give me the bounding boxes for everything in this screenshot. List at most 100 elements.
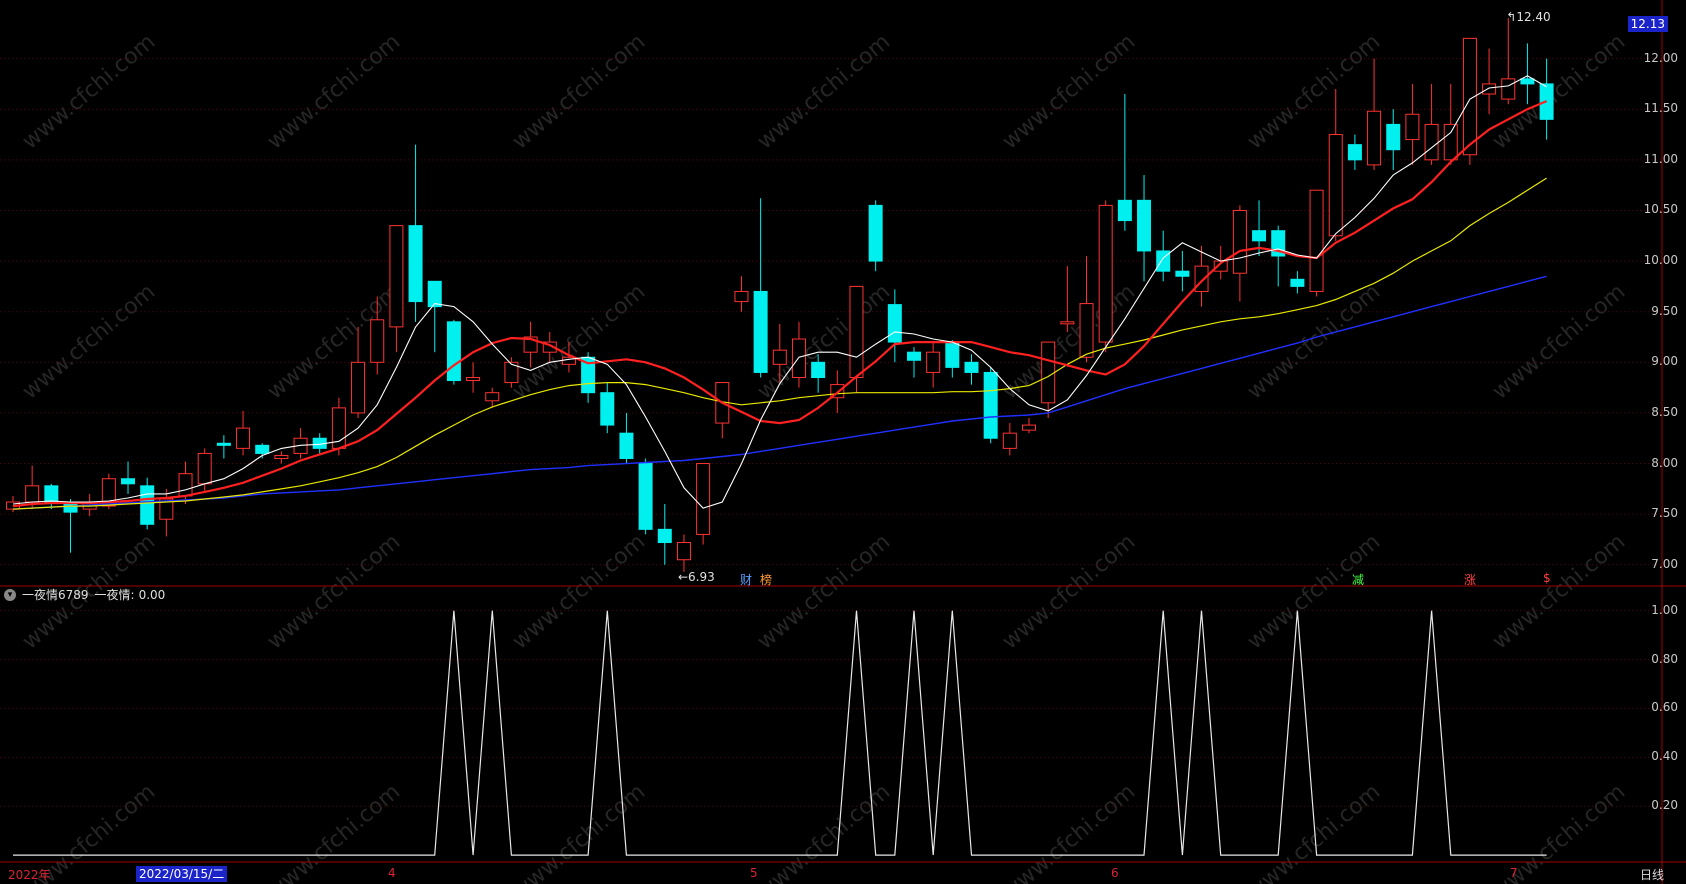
price-tick-label: 11.50 <box>1643 101 1678 116</box>
price-tick-label: 7.00 <box>1651 556 1678 571</box>
candle-body <box>1290 278 1305 287</box>
low-arrow-icon: ← <box>677 569 688 584</box>
candlestick-chart[interactable]: www.cfchi.com www.cfchi.com www.cfchi.com w… <box>0 0 1686 884</box>
x-axis-year: 2022年 <box>8 868 51 882</box>
candle-body <box>1232 209 1247 274</box>
watermark-text: www.cfchi.com <box>1243 279 1385 404</box>
candle-body <box>1347 144 1362 161</box>
candle-body <box>178 473 193 497</box>
price-tick-label: 11.00 <box>1643 151 1678 166</box>
candle-body <box>964 361 979 373</box>
candle-body <box>408 225 423 303</box>
price-tick-label: 7.50 <box>1651 506 1678 521</box>
candle-body <box>791 338 806 378</box>
candle-body <box>772 349 787 365</box>
candle-body <box>868 204 883 262</box>
watermark-text: www.cfchi.com <box>998 529 1140 654</box>
candle-body <box>1424 123 1439 161</box>
event-marker-dollar[interactable]: $ <box>1543 571 1551 585</box>
watermark-text: www.cfchi.com <box>508 529 650 654</box>
watermark-text: www.cfchi.com <box>1488 529 1630 654</box>
candle-body <box>1443 123 1458 161</box>
candle-body <box>753 290 768 373</box>
price-tick-label: 12.00 <box>1643 50 1678 65</box>
watermark-text: www.cfchi.com <box>18 29 160 154</box>
event-marker-reduce[interactable]: 减 <box>1352 571 1364 588</box>
candle-body <box>696 463 711 535</box>
watermark-text: www.cfchi.com <box>263 779 405 884</box>
price-tick-label: 8.00 <box>1651 455 1678 470</box>
candle-body <box>945 341 960 368</box>
event-marker-rise[interactable]: 涨 <box>1464 571 1476 588</box>
indicator-panel <box>13 610 1547 856</box>
low-price-label: ←6.93 <box>677 569 715 584</box>
chevron-down-icon[interactable]: ▾ <box>4 588 16 601</box>
event-marker-ranking[interactable]: 榜 <box>760 571 772 588</box>
price-tick-label: 9.00 <box>1651 354 1678 369</box>
watermark-text: www.cfchi.com <box>998 279 1140 404</box>
price-tick-label: 8.50 <box>1651 404 1678 419</box>
candle-body <box>811 361 826 378</box>
candle-body <box>619 432 634 459</box>
candle-body <box>140 485 155 525</box>
candle-body <box>600 392 615 426</box>
candle-body <box>466 376 481 382</box>
candle-body <box>44 485 59 503</box>
indicator-tick-label: 0.20 <box>1651 798 1678 813</box>
watermark-text: www.cfchi.com <box>263 529 405 654</box>
candle-body <box>1060 321 1075 325</box>
watermark-text: www.cfchi.com <box>998 779 1140 884</box>
candle-body <box>485 392 500 402</box>
candle-body <box>926 351 941 373</box>
candle-body <box>370 319 385 363</box>
candle-body <box>1137 199 1152 252</box>
candle-body <box>25 485 40 503</box>
candle-body <box>849 285 864 378</box>
candle-body <box>1022 424 1037 431</box>
candle-body <box>676 542 691 561</box>
watermark-text: www.cfchi.com <box>998 29 1140 154</box>
watermark-text: www.cfchi.com <box>508 29 650 154</box>
candle-body <box>1252 230 1267 242</box>
x-axis-month-4: 4 <box>388 866 396 880</box>
candle-body <box>1520 78 1535 85</box>
watermark-text: www.cfchi.com <box>1243 29 1385 154</box>
candle-body <box>638 463 653 530</box>
candle-body <box>1482 83 1497 95</box>
indicator-value: 0.00 <box>138 587 166 602</box>
candle-body <box>216 442 231 446</box>
watermark-text: www.cfchi.com <box>1243 779 1385 884</box>
watermark-text: www.cfchi.com <box>263 29 405 154</box>
period-selector[interactable]: 日线 <box>1640 866 1664 883</box>
candle-body <box>1386 123 1401 151</box>
watermark-text: www.cfchi.com <box>1243 529 1385 654</box>
candle-body <box>255 444 270 454</box>
candle-body <box>1328 134 1343 237</box>
candle-body <box>887 304 902 343</box>
candle-body <box>906 351 921 361</box>
indicator-name: 一夜情6789 <box>22 588 89 602</box>
high-arrow-icon: ↰ <box>1506 10 1517 25</box>
price-tick-label: 9.50 <box>1651 303 1678 318</box>
watermark-text: www.cfchi.com <box>753 279 895 404</box>
candle-body <box>983 371 998 439</box>
indicator-header[interactable]: ▾ 一夜情6789 一夜情: 0.00 <box>4 586 165 603</box>
candle-body <box>351 361 366 414</box>
event-marker-finance[interactable]: 财 <box>740 571 752 588</box>
candle-body <box>446 321 461 382</box>
candle-body <box>1098 204 1113 343</box>
candle-body <box>1117 199 1132 222</box>
indicator-tick-label: 0.60 <box>1651 700 1678 715</box>
watermark-text: www.cfchi.com <box>18 279 160 404</box>
candle-body <box>274 454 289 459</box>
candle-body <box>1079 303 1094 358</box>
watermark-text: www.cfchi.com <box>1488 279 1630 404</box>
last-price-badge: 12.13 <box>1627 16 1668 32</box>
indicator-line <box>13 610 1547 856</box>
candle-body <box>121 478 136 485</box>
candle-body <box>197 452 212 485</box>
watermark-text: www.cfchi.com <box>508 779 650 884</box>
candle-body <box>734 290 749 303</box>
x-axis-month-5: 5 <box>750 866 758 880</box>
candle-body <box>427 280 442 308</box>
